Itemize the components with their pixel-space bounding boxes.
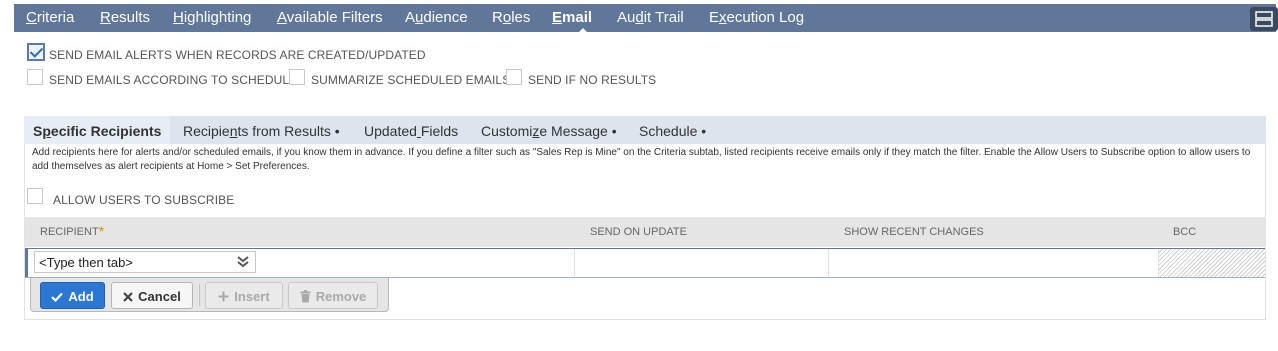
tab-label-accesskey: H — [173, 9, 184, 26]
subtab-specific-recipients[interactable]: Specific Recipients — [33, 116, 161, 144]
add-button-label: Add — [68, 289, 94, 304]
tab-label: ighlighting — [183, 9, 252, 26]
tab-roles[interactable]: Roles — [492, 4, 530, 32]
subtab-label: ts from Results • — [237, 123, 340, 139]
subtab-label: Fields — [420, 123, 459, 139]
tab-label: it Trail — [643, 9, 684, 26]
subtab-recipients-from-results[interactable]: Recipients from Results • — [183, 116, 340, 144]
send-if-no-results-label: SEND IF NO RESULTS — [528, 73, 657, 87]
subtab-label: Customi — [481, 123, 533, 139]
tab-label-accesskey: o — [502, 9, 512, 26]
help-text: Add recipients here for alerts and/or sc… — [32, 147, 1251, 172]
column-header-label: RECIPIENT — [40, 226, 99, 238]
tab-label: ecution Log — [726, 9, 805, 26]
recipients-table-header: RECIPIENT* SEND ON UPDATE SHOW RECENT CH… — [25, 217, 1265, 247]
tab-criteria[interactable]: Criteria — [26, 4, 74, 32]
column-header-send-on-update[interactable]: SEND ON UPDATE — [590, 217, 687, 247]
insert-button[interactable]: Insert — [205, 282, 283, 309]
plus-icon — [218, 291, 229, 302]
remove-button-label: Remove — [315, 289, 367, 304]
tab-audit-trail[interactable]: Audit Trail — [617, 4, 684, 32]
tab-label-accesskey: E — [552, 9, 563, 26]
allow-subscribe-checkbox[interactable] — [27, 188, 43, 204]
subtab-label-accesskey: n — [229, 123, 238, 139]
tab-label: Au — [617, 9, 636, 26]
tab-available-filters[interactable]: Available Filters — [277, 4, 383, 32]
tab-label-accesskey: x — [719, 9, 727, 26]
cell-divider — [828, 249, 829, 277]
active-tab-caret-icon — [578, 28, 588, 33]
tab-highlighting[interactable]: Highlighting — [173, 4, 251, 32]
subtab-label: Schedule • — [639, 123, 707, 139]
subtab-label: e Message • — [539, 123, 617, 139]
tab-label: riteria — [36, 9, 75, 26]
tab-label-accesskey: R — [100, 9, 111, 26]
tab-label-accesskey: A — [277, 9, 287, 26]
check-icon — [51, 292, 64, 302]
cancel-button[interactable]: Cancel — [111, 282, 193, 309]
tab-label-accesskey: C — [26, 9, 37, 26]
tab-label: A — [405, 9, 416, 26]
subtab-customize-message[interactable]: Customize Message • — [481, 116, 617, 144]
add-button[interactable]: Add — [40, 282, 105, 309]
tab-label: dience — [423, 9, 468, 26]
subtab-label: Updated — [364, 123, 417, 139]
allow-subscribe-label: ALLOW USERS TO SUBSCRIBE — [53, 193, 235, 207]
send-by-schedule-label: SEND EMAILS ACCORDING TO SCHEDULE — [49, 73, 298, 87]
tab-label: E — [709, 9, 720, 26]
summarize-checkbox[interactable] — [289, 69, 305, 85]
tab-execution-log[interactable]: Execution Log — [709, 4, 804, 32]
tab-label-accesskey: d — [635, 9, 644, 26]
tab-label: R — [492, 9, 503, 26]
layout-toggle-icon — [1255, 11, 1273, 27]
recipient-select-placeholder: <Type then tab> — [39, 255, 133, 270]
send-if-no-results-checkbox[interactable] — [506, 69, 522, 85]
bcc-cell-disabled — [1159, 249, 1265, 277]
recipient-select[interactable]: <Type then tab> — [34, 251, 256, 273]
subtab-schedule[interactable]: Schedule • — [639, 116, 706, 144]
tab-audience[interactable]: Audience — [405, 4, 468, 32]
summarize-label: SUMMARIZE SCHEDULED EMAILS — [311, 73, 511, 87]
tab-label: mail — [562, 9, 593, 26]
tab-label: les — [511, 9, 531, 26]
subtab-label-accesskey: p — [42, 123, 51, 139]
subtab-label: ecific Recipients — [50, 123, 162, 139]
cancel-button-label: Cancel — [138, 289, 181, 304]
column-header-bcc[interactable]: BCC — [1173, 217, 1196, 247]
row-edit-indicator — [25, 249, 28, 277]
remove-button[interactable]: Remove — [288, 282, 378, 309]
tab-label: esults — [110, 9, 151, 26]
send-on-create-update-checkbox[interactable] — [27, 43, 45, 61]
double-chevron-down-icon[interactable] — [237, 256, 249, 268]
tab-results[interactable]: Results — [100, 4, 150, 32]
column-header-recipient[interactable]: RECIPIENT* — [40, 217, 104, 247]
send-by-schedule-checkbox[interactable] — [27, 69, 43, 85]
required-icon: * — [98, 223, 105, 239]
trash-icon — [300, 290, 311, 303]
collapse-menu-button[interactable] — [1250, 7, 1278, 31]
cell-divider — [574, 249, 575, 277]
close-icon — [123, 291, 133, 302]
button-divider — [199, 284, 200, 306]
subtab-updated-fields[interactable]: Updated Fields — [364, 116, 458, 144]
tab-label: vailable Filters — [286, 9, 383, 26]
subtab-label: Recipie — [183, 123, 230, 139]
subtab-label: S — [33, 123, 43, 139]
send-on-create-update-label: SEND EMAIL ALERTS WHEN RECORDS ARE CREAT… — [49, 48, 426, 62]
insert-button-label: Insert — [234, 289, 270, 304]
column-header-show-recent-changes[interactable]: SHOW RECENT CHANGES — [844, 217, 984, 247]
top-tab-bar: Criteria Results Highlighting Available … — [14, 4, 1278, 33]
subtab-bar: Specific Recipients Recipients from Resu… — [24, 116, 1266, 144]
